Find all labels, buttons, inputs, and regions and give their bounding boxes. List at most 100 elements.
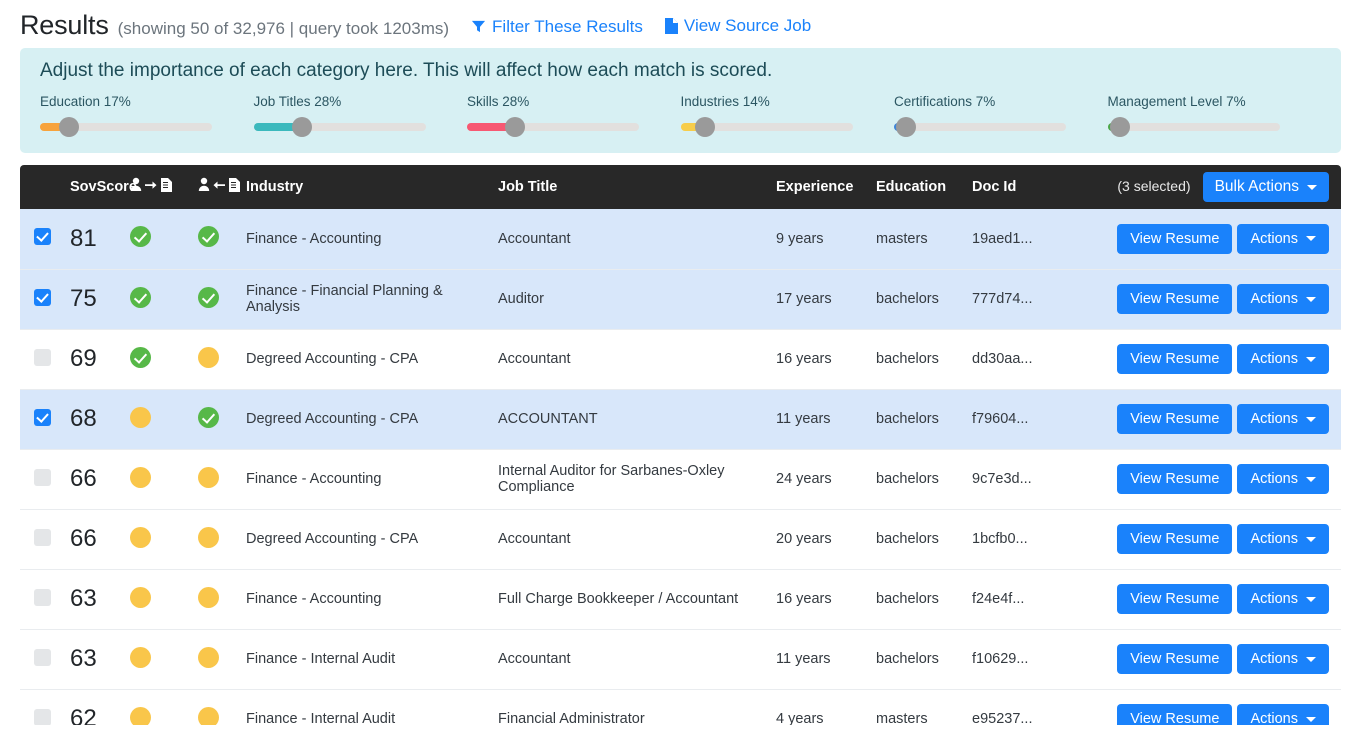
row-select-cell[interactable] — [20, 329, 60, 389]
view-resume-button[interactable]: View Resume — [1117, 284, 1233, 314]
column-sovscore[interactable]: SovScore — [60, 165, 137, 209]
view-resume-button[interactable]: View Resume — [1117, 644, 1233, 674]
column-education[interactable]: Education — [868, 165, 964, 209]
column-person-arrow-from-document[interactable] — [190, 165, 240, 209]
chevron-down-icon — [1306, 236, 1316, 242]
table-row[interactable]: 69 Degreed Accounting - CPA Accountant 16 y… — [20, 329, 1341, 389]
row-doc-id: 9c7e3d... — [972, 471, 1032, 487]
row-outbound-status — [190, 449, 238, 509]
row-actions-button[interactable]: Actions — [1237, 704, 1329, 725]
slider-education[interactable] — [40, 117, 212, 137]
slider-thumb[interactable] — [896, 117, 916, 137]
weight-label-industries: Industries 14% — [680, 94, 770, 109]
table-row[interactable]: 68 Degreed Accounting - CPA ACCOUNTANT 11 y… — [20, 389, 1341, 449]
row-inbound-status — [122, 509, 190, 569]
row-select-cell[interactable] — [20, 689, 60, 725]
row-education: bachelors — [876, 591, 939, 607]
view-resume-button[interactable]: View Resume — [1117, 704, 1233, 725]
row-select-cell[interactable] — [20, 209, 60, 269]
document-icon — [664, 18, 678, 34]
column-actions: (3 selected) Bulk Actions — [1057, 165, 1341, 209]
weight-label-management-level: Management Level 7% — [1107, 94, 1246, 109]
column-doc-id[interactable]: Doc Id — [964, 165, 1057, 209]
slider-management-level[interactable] — [1107, 117, 1280, 137]
row-actions-button[interactable]: Actions — [1237, 223, 1329, 254]
row-checkbox[interactable] — [34, 528, 51, 546]
table-row[interactable]: 66 Finance - Accounting Internal Auditor f… — [20, 449, 1341, 509]
slider-thumb[interactable] — [694, 117, 715, 137]
row-actions-cell: View Resume Actions — [1057, 569, 1341, 629]
chevron-down-icon — [1306, 356, 1316, 362]
row-select-cell[interactable] — [20, 629, 60, 689]
slider-certifications[interactable] — [894, 117, 1066, 137]
filter-results-link[interactable]: Filter These Results — [471, 17, 643, 37]
row-experience: 9 years — [776, 230, 824, 247]
view-resume-button[interactable]: View Resume — [1117, 223, 1233, 254]
row-actions-label: Actions — [1250, 711, 1298, 725]
slider-thumb[interactable] — [291, 117, 312, 137]
row-checkbox[interactable] — [34, 288, 51, 306]
slider-thumb[interactable] — [59, 117, 79, 137]
table-row[interactable]: 63 Finance - Accounting Full Charge Bookke… — [20, 569, 1341, 629]
status-check-icon — [198, 226, 219, 248]
row-actions-button[interactable]: Actions — [1237, 644, 1329, 674]
view-resume-button[interactable]: View Resume — [1117, 404, 1233, 434]
chevron-down-icon — [1306, 716, 1316, 722]
slider-industries[interactable] — [680, 117, 853, 137]
row-checkbox[interactable] — [34, 588, 51, 606]
row-checkbox[interactable] — [34, 408, 51, 426]
view-resume-button[interactable]: View Resume — [1117, 464, 1233, 494]
status-check-icon — [130, 346, 151, 368]
row-checkbox[interactable] — [34, 648, 51, 666]
row-actions-button[interactable]: Actions — [1237, 584, 1329, 614]
person-arrow-from-document-icon — [198, 177, 242, 197]
view-resume-button[interactable]: View Resume — [1117, 524, 1233, 554]
table-row[interactable]: 62 Finance - Internal Audit Financial Admi… — [20, 689, 1341, 725]
slider-thumb[interactable] — [1109, 117, 1130, 137]
row-actions-label: Actions — [1250, 291, 1298, 307]
table-row[interactable]: 75 Finance - Financial Planning & Analysi… — [20, 269, 1341, 329]
row-doc-id: f24e4f... — [972, 591, 1025, 607]
row-select-cell[interactable] — [20, 269, 60, 329]
table-row[interactable]: 63 Finance - Internal Audit Accountant 11 y… — [20, 629, 1341, 689]
column-industry[interactable]: Industry — [238, 165, 490, 209]
view-resume-button[interactable]: View Resume — [1117, 344, 1233, 374]
column-person-arrow-to-document[interactable] — [122, 165, 190, 209]
row-sovscore: 75 — [70, 285, 97, 312]
row-actions-button[interactable]: Actions — [1237, 344, 1329, 374]
row-inbound-status — [122, 269, 190, 329]
row-industry: Degreed Accounting - CPA — [246, 351, 419, 367]
row-checkbox[interactable] — [34, 228, 51, 246]
row-actions-button[interactable]: Actions — [1237, 404, 1329, 434]
slider-skills[interactable] — [467, 117, 639, 137]
table-row[interactable]: 81 Finance - Accounting Accountant 9 years m… — [20, 209, 1341, 269]
category-weights-panel: Adjust the importance of each category h… — [20, 48, 1341, 153]
weight-slider-job-titles: Job Titles 28% — [253, 94, 468, 137]
row-actions-button[interactable]: Actions — [1237, 284, 1329, 314]
row-checkbox[interactable] — [34, 348, 51, 366]
table-row[interactable]: 66 Degreed Accounting - CPA Accountant 20 y… — [20, 509, 1341, 569]
view-source-job-link[interactable]: View Source Job — [664, 16, 811, 36]
row-actions-label: Actions — [1250, 230, 1298, 247]
column-experience[interactable]: Experience — [768, 165, 868, 209]
row-inbound-status — [122, 629, 190, 689]
slider-thumb[interactable] — [505, 117, 525, 137]
row-job-title: Accountant — [498, 651, 571, 667]
row-experience: 16 years — [776, 351, 832, 367]
row-checkbox[interactable] — [34, 708, 51, 725]
row-select-cell[interactable] — [20, 389, 60, 449]
row-select-cell[interactable] — [20, 449, 60, 509]
row-actions-button[interactable]: Actions — [1237, 464, 1329, 494]
chevron-down-icon — [1306, 596, 1316, 602]
row-outbound-status — [190, 269, 238, 329]
row-job-title: Accountant — [498, 230, 571, 247]
slider-job-titles[interactable] — [253, 117, 426, 137]
row-actions-button[interactable]: Actions — [1237, 524, 1329, 554]
weight-label-education: Education 17% — [40, 94, 131, 109]
view-resume-button[interactable]: View Resume — [1117, 584, 1233, 614]
column-job-title[interactable]: Job Title — [490, 165, 768, 209]
row-select-cell[interactable] — [20, 509, 60, 569]
row-select-cell[interactable] — [20, 569, 60, 629]
row-checkbox[interactable] — [34, 468, 51, 486]
bulk-actions-button[interactable]: Bulk Actions — [1202, 172, 1329, 202]
